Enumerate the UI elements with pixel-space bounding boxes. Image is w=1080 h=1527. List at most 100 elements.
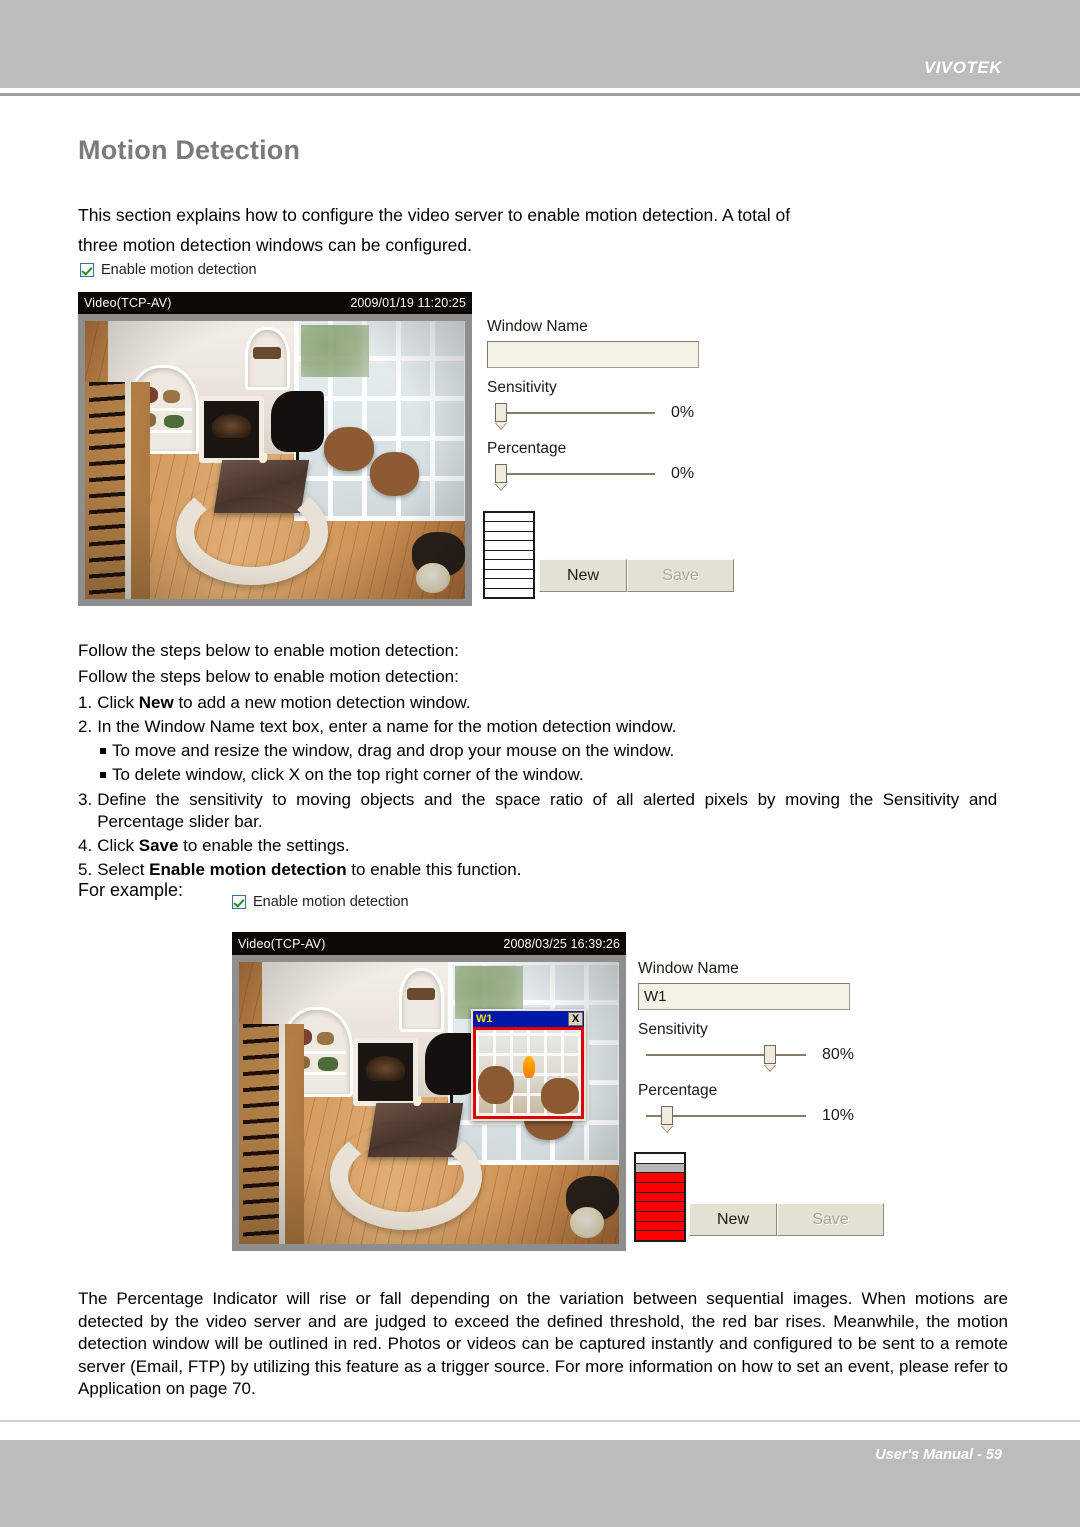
- motion-detection-window-w1[interactable]: W1 X: [471, 1009, 586, 1121]
- indicator-segment: [485, 513, 533, 523]
- slider-thumb[interactable]: [495, 464, 507, 483]
- checkbox-checked-icon[interactable]: [80, 263, 94, 277]
- button-row-default: New Save: [539, 559, 734, 592]
- slider-thumb[interactable]: [495, 403, 507, 422]
- outro-paragraph: The Percentage Indicator will rise or fa…: [78, 1289, 1008, 1398]
- new-button-default[interactable]: New: [539, 559, 627, 592]
- video-frame-default[interactable]: [78, 314, 472, 606]
- step-text-part: Select: [97, 860, 150, 879]
- motion-window-chair: [541, 1078, 579, 1115]
- step-text-part: Click: [97, 836, 139, 855]
- page-title: Motion Detection: [78, 135, 301, 165]
- instruction-substep-1: To move and resize the window, drag and …: [100, 740, 1008, 762]
- video-timestamp-example: 2008/03/25 16:39:26: [503, 936, 620, 951]
- sensitivity-slider-example[interactable]: [646, 1044, 806, 1066]
- slider-track: [646, 1054, 806, 1056]
- instruction-step-1: 1. Click New to add a new motion detecti…: [78, 692, 1008, 714]
- percentage-value-example: 10%: [822, 1107, 855, 1124]
- motion-window-name: W1: [476, 1013, 493, 1025]
- slider-track: [495, 473, 655, 475]
- sensitivity-value-example: 80%: [822, 1046, 855, 1063]
- slider-thumb[interactable]: [764, 1045, 776, 1064]
- indicator-segment: [485, 531, 533, 542]
- indicator-segment: [636, 1231, 684, 1241]
- window-name-input-default[interactable]: [487, 341, 699, 368]
- window-name-label-example: Window Name: [638, 960, 739, 977]
- motion-window-chair: [478, 1066, 514, 1104]
- step-number: 4.: [78, 836, 93, 855]
- video-timestamp-default: 2009/01/19 11:20:25: [350, 296, 466, 310]
- scene-vignette: [85, 321, 465, 599]
- indicator-segment: [485, 541, 533, 551]
- indicator-segment: [636, 1154, 684, 1164]
- sensitivity-slider-row-example[interactable]: 80%: [638, 1044, 854, 1066]
- percentage-slider-default[interactable]: [495, 463, 655, 485]
- step-text-part: to add a new motion detection window.: [173, 693, 471, 712]
- checkbox-checked-icon[interactable]: [232, 895, 246, 909]
- camera-scene-example[interactable]: W1 X: [239, 962, 619, 1244]
- step-emphasis-save: Save: [138, 836, 179, 855]
- instruction-step-5: 5. Select Enable motion detection to ena…: [78, 859, 1008, 881]
- motion-window-region[interactable]: [473, 1027, 584, 1119]
- percentage-slider-row-example[interactable]: 10%: [638, 1105, 854, 1127]
- percentage-indicator-default: [483, 511, 535, 599]
- step-emphasis-new: New: [138, 693, 174, 712]
- header-divider: [0, 93, 1080, 96]
- indicator-segment: [636, 1173, 684, 1184]
- motion-detection-panel-default: Video(TCP-AV) 2009/01/19 11:20:25: [78, 292, 472, 606]
- step-number: 1.: [78, 693, 93, 712]
- new-button-example[interactable]: New: [689, 1203, 777, 1236]
- close-icon[interactable]: X: [568, 1012, 583, 1026]
- save-button-default[interactable]: Save: [627, 559, 734, 592]
- enable-motion-detection-checkbox-row-example[interactable]: Enable motion detection: [232, 894, 409, 910]
- motion-settings-form-default: Window Name Sensitivity 0% Percentage 0%: [487, 318, 699, 485]
- substep-text: To move and resize the window, drag and …: [112, 741, 675, 760]
- percentage-indicator-example: [634, 1152, 686, 1242]
- step-text: Click Save to enable the settings.: [97, 835, 349, 857]
- intro-paragraph: This section explains how to configure t…: [78, 200, 1006, 260]
- step-number: 3.: [78, 790, 93, 809]
- percentage-slider-example[interactable]: [646, 1105, 806, 1127]
- step-text: Select Enable motion detection to enable…: [97, 859, 521, 881]
- camera-scene-default[interactable]: [85, 321, 465, 599]
- step-text: Click New to add a new motion detection …: [97, 692, 470, 714]
- step-text-part: Click: [97, 693, 139, 712]
- window-name-input-example[interactable]: W1: [638, 983, 850, 1010]
- slider-thumb[interactable]: [661, 1106, 673, 1125]
- percentage-value-default: 0%: [671, 465, 695, 482]
- step-number: 5.: [78, 860, 93, 879]
- percentage-label-example: Percentage: [638, 1082, 718, 1099]
- instructions-list: Follow the steps below to enable motion …: [78, 638, 1008, 881]
- video-status-bar-example: Video(TCP-AV) 2008/03/25 16:39:26: [232, 932, 626, 955]
- vivotek-logo: VIVOTEK: [923, 58, 1002, 77]
- instruction-step-3: 3. Define the sensitivity to moving obje…: [78, 789, 1008, 833]
- for-example-label: For example:: [78, 880, 184, 900]
- step-emphasis-enable: Enable motion detection: [149, 860, 347, 879]
- slider-track: [495, 412, 655, 414]
- sensitivity-slider-default[interactable]: [495, 402, 655, 424]
- video-frame-example[interactable]: W1 X: [232, 955, 626, 1251]
- enable-motion-detection-checkbox-row-default[interactable]: Enable motion detection: [80, 262, 257, 278]
- save-button-example[interactable]: Save: [777, 1203, 884, 1236]
- step-text: Define the sensitivity to moving objects…: [97, 790, 998, 831]
- instructions-lead-1: Follow the steps below to enable motion …: [78, 641, 459, 660]
- motion-window-flame: [523, 1055, 535, 1079]
- video-status-bar-default: Video(TCP-AV) 2009/01/19 11:20:25: [78, 292, 472, 314]
- video-stream-name-default: Video(TCP-AV): [84, 296, 172, 310]
- sensitivity-slider-row-default[interactable]: 0%: [487, 402, 699, 424]
- percentage-slider-row-default[interactable]: 0%: [487, 463, 699, 485]
- enable-motion-detection-label: Enable motion detection: [101, 262, 257, 278]
- motion-window-titlebar[interactable]: W1 X: [473, 1011, 584, 1027]
- motion-settings-form-example: Window Name W1 Sensitivity 80% Percentag…: [638, 960, 854, 1127]
- percentage-label-default: Percentage: [487, 440, 567, 457]
- instruction-substep-2: To delete window, click X on the top rig…: [100, 764, 1008, 786]
- indicator-segment: [636, 1192, 684, 1203]
- substep-text: To delete window, click X on the top rig…: [112, 765, 584, 784]
- video-preview-default: Video(TCP-AV) 2009/01/19 11:20:25: [78, 292, 472, 606]
- indicator-segment: [485, 560, 533, 570]
- sensitivity-label-example: Sensitivity: [638, 1021, 708, 1038]
- indicator-segment: [636, 1183, 684, 1193]
- instruction-step-4: 4. Click Save to enable the settings.: [78, 835, 1008, 857]
- indicator-segment: [636, 1221, 684, 1232]
- footer-divider: [0, 1420, 1080, 1422]
